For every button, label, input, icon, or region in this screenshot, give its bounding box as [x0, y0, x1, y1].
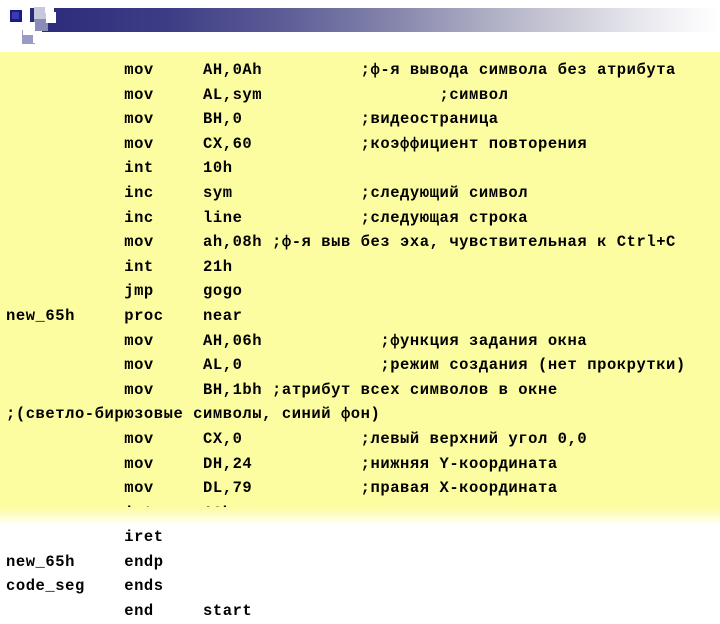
slide-canvas: mov AH,0Ah ;ф-я вывода символа без атриб…	[0, 0, 720, 620]
code-line: mov ah,08h ;ф-я выв без эха, чувствитель…	[6, 233, 676, 252]
code-line: ;(светло-бирюзовые символы, синий фон)	[6, 405, 381, 424]
code-line: mov AH,06h ;функция задания окна	[6, 331, 588, 350]
code-line: mov DL,79 ;правая X-координата	[6, 479, 558, 498]
decorative-squares-logo	[0, 0, 60, 50]
header-gradient-bar	[30, 8, 720, 32]
code-line: jmp gogo	[6, 282, 243, 301]
code-line: int 10h	[6, 159, 233, 178]
code-line: iret	[6, 528, 164, 547]
code-line: mov DH,24 ;нижняя Y-координата	[6, 454, 558, 473]
code-line: mov CX,0 ;левый верхний угол 0,0	[6, 429, 588, 448]
code-line: mov BH,1bh ;атрибут всех символов в окне	[6, 380, 558, 399]
code-panel: mov AH,0Ah ;ф-я вывода символа без атриб…	[0, 52, 720, 620]
slide-header-band	[0, 0, 720, 52]
code-line: new_65h endp	[6, 552, 164, 571]
code-line: int 21h	[6, 257, 233, 276]
code-line: inc line ;следующая строка	[6, 208, 529, 227]
code-line: end start	[6, 602, 253, 621]
decorative-square	[12, 12, 19, 19]
code-line: mov AH,0Ah ;ф-я вывода символа без атриб…	[6, 61, 676, 79]
code-line: new_65h proc near	[6, 306, 243, 325]
code-line: inc sym ;следующий символ	[6, 183, 529, 202]
code-line: mov AL,sym ;символ	[6, 85, 509, 104]
decorative-square	[46, 12, 56, 23]
code-line: mov CX,60 ;коэффициент повторения	[6, 134, 588, 153]
code-line: mov AL,0 ;режим создания (нет прокрутки)	[6, 356, 686, 375]
code-panel-fade	[0, 507, 720, 525]
code-listing: mov AH,0Ah ;ф-я вывода символа без атриб…	[0, 58, 720, 624]
decorative-square	[33, 31, 42, 43]
code-line: code_seg ends	[6, 577, 164, 596]
code-line: mov BH,0 ;видеостраница	[6, 110, 499, 129]
